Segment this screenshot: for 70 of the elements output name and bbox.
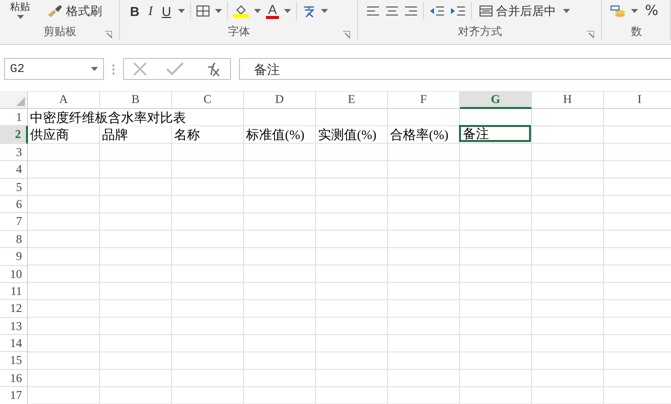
row-header[interactable]: 3 — [0, 144, 28, 162]
group-label: 对齐方式 — [458, 24, 502, 38]
phonetic-guide-icon[interactable] — [302, 4, 316, 18]
dialog-launcher-icon[interactable] — [343, 31, 350, 38]
brush-icon — [47, 4, 63, 18]
table-cell[interactable]: 备注 — [459, 125, 531, 142]
currency-icon[interactable] — [610, 4, 626, 18]
row-header[interactable]: 8 — [0, 230, 28, 248]
bold-button[interactable]: B — [128, 4, 142, 18]
caret-icon[interactable] — [215, 9, 222, 13]
caret-icon[interactable] — [320, 9, 328, 13]
align-right-icon[interactable] — [404, 6, 418, 16]
caret-icon[interactable] — [254, 9, 262, 13]
merge-center-button[interactable]: 合并后居中 — [477, 2, 558, 20]
grip-icon — [112, 64, 115, 74]
caret-icon[interactable] — [631, 9, 638, 13]
table-cell[interactable]: 供应商 — [30, 126, 69, 144]
formula-field[interactable]: 备注 — [239, 58, 671, 80]
group-label: 字体 — [228, 24, 250, 38]
row-header[interactable]: 15 — [0, 352, 28, 370]
column-header[interactable]: H — [532, 91, 604, 109]
align-center-icon[interactable] — [385, 6, 399, 16]
decrease-indent-icon[interactable] — [429, 6, 445, 16]
row-header[interactable]: 1 — [0, 109, 28, 126]
row-header[interactable]: 12 — [0, 300, 28, 318]
row-header[interactable]: 4 — [0, 161, 28, 179]
group-label: 数 — [631, 24, 642, 38]
row-header[interactable]: 9 — [0, 248, 28, 266]
column-header[interactable]: E — [316, 91, 388, 109]
table-cell[interactable]: 实测值(%) — [318, 126, 376, 144]
row-header[interactable]: 2 — [0, 126, 28, 144]
caret-icon[interactable] — [563, 9, 570, 13]
row-header[interactable]: 13 — [0, 318, 28, 336]
check-icon[interactable] — [166, 62, 184, 76]
row-header[interactable]: 16 — [0, 370, 28, 388]
row-header[interactable]: 11 — [0, 282, 28, 300]
dialog-launcher-icon[interactable] — [587, 31, 594, 38]
column-header[interactable]: D — [244, 91, 316, 109]
row-header[interactable]: 5 — [0, 178, 28, 196]
triangle-icon — [16, 97, 25, 106]
row-header[interactable]: 17 — [0, 387, 28, 404]
table-cell[interactable]: 中密度纤维板含水率对比表 — [30, 109, 186, 126]
row-header[interactable]: 10 — [0, 266, 28, 283]
column-header[interactable]: G — [460, 91, 532, 109]
table-cell[interactable]: 合格率(%) — [390, 126, 448, 144]
dialog-launcher-icon[interactable] — [105, 31, 112, 38]
format-painter-button[interactable]: 格式刷 — [45, 2, 104, 20]
paste-button[interactable]: 粘贴 — [8, 3, 32, 13]
italic-button[interactable]: I — [146, 3, 155, 19]
row-header[interactable]: 7 — [0, 213, 28, 231]
increase-indent-icon[interactable] — [450, 6, 466, 16]
fill-color-icon[interactable] — [233, 4, 250, 18]
table-cell[interactable]: 名称 — [174, 126, 200, 144]
column-header[interactable]: I — [604, 91, 671, 109]
caret-icon — [91, 67, 98, 71]
borders-icon[interactable] — [196, 5, 210, 17]
row-header[interactable]: 6 — [0, 196, 28, 214]
group-label: 剪贴板 — [44, 24, 76, 38]
merge-icon — [479, 5, 493, 17]
table-cell[interactable]: 标准值(%) — [246, 126, 304, 144]
row-header[interactable]: 14 — [0, 335, 28, 352]
underline-button[interactable]: U — [160, 4, 174, 18]
caret-icon[interactable] — [178, 9, 186, 13]
caret-icon[interactable] — [284, 9, 291, 13]
align-left-icon[interactable] — [366, 6, 380, 16]
table-cell[interactable]: 品牌 — [102, 126, 128, 144]
font-color-button[interactable]: A — [266, 4, 279, 18]
caret-icon[interactable] — [16, 15, 24, 19]
name-box[interactable]: G2 — [4, 58, 104, 80]
percent-button[interactable]: % — [643, 3, 660, 19]
